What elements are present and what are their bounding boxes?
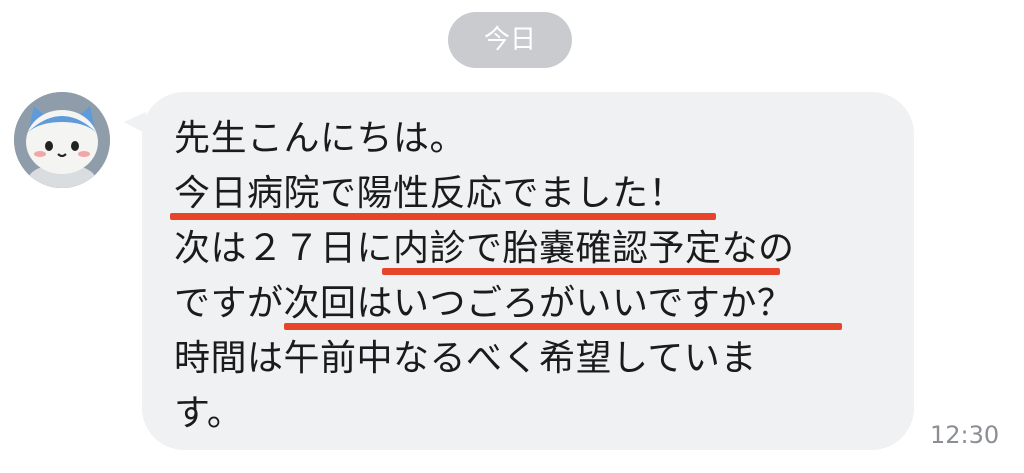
message-line: す。	[174, 393, 244, 434]
message-line: 時間は午前中なるべく希望していま	[174, 338, 757, 379]
message-line: 次は２７日に内診で胎嚢確認予定なの	[174, 221, 795, 276]
message-text: 先生こんにちは。 今日病院で陽性反応でました！ 次は２７日に内診で胎嚢確認予定な…	[170, 111, 842, 441]
message-line: ですが次回はいつごろがいいですか？	[174, 276, 842, 331]
message-timestamp: 12:30	[930, 421, 1000, 449]
highlight-underline	[382, 268, 780, 275]
highlight-underline	[284, 323, 842, 330]
message-line: 今日病院で陽性反応でました！	[170, 166, 795, 221]
message-line-text: 今日病院で陽性反応でました！	[174, 173, 686, 214]
chat-screen: 今日 先生こんにちは。 今日病院で陽性反応でました！ 次は２７日に内診で胎嚢確認…	[0, 0, 1024, 473]
cat-mascot-avatar-icon[interactable]	[14, 92, 110, 188]
highlight-underline	[170, 213, 716, 220]
date-separator: 今日	[448, 12, 572, 68]
message-line-text: 次は２７日に内診で胎嚢確認予定なの	[174, 228, 795, 269]
message-line: 先生こんにちは。	[174, 118, 467, 159]
message-line-text: ですが次回はいつごろがいいですか？	[174, 283, 794, 324]
